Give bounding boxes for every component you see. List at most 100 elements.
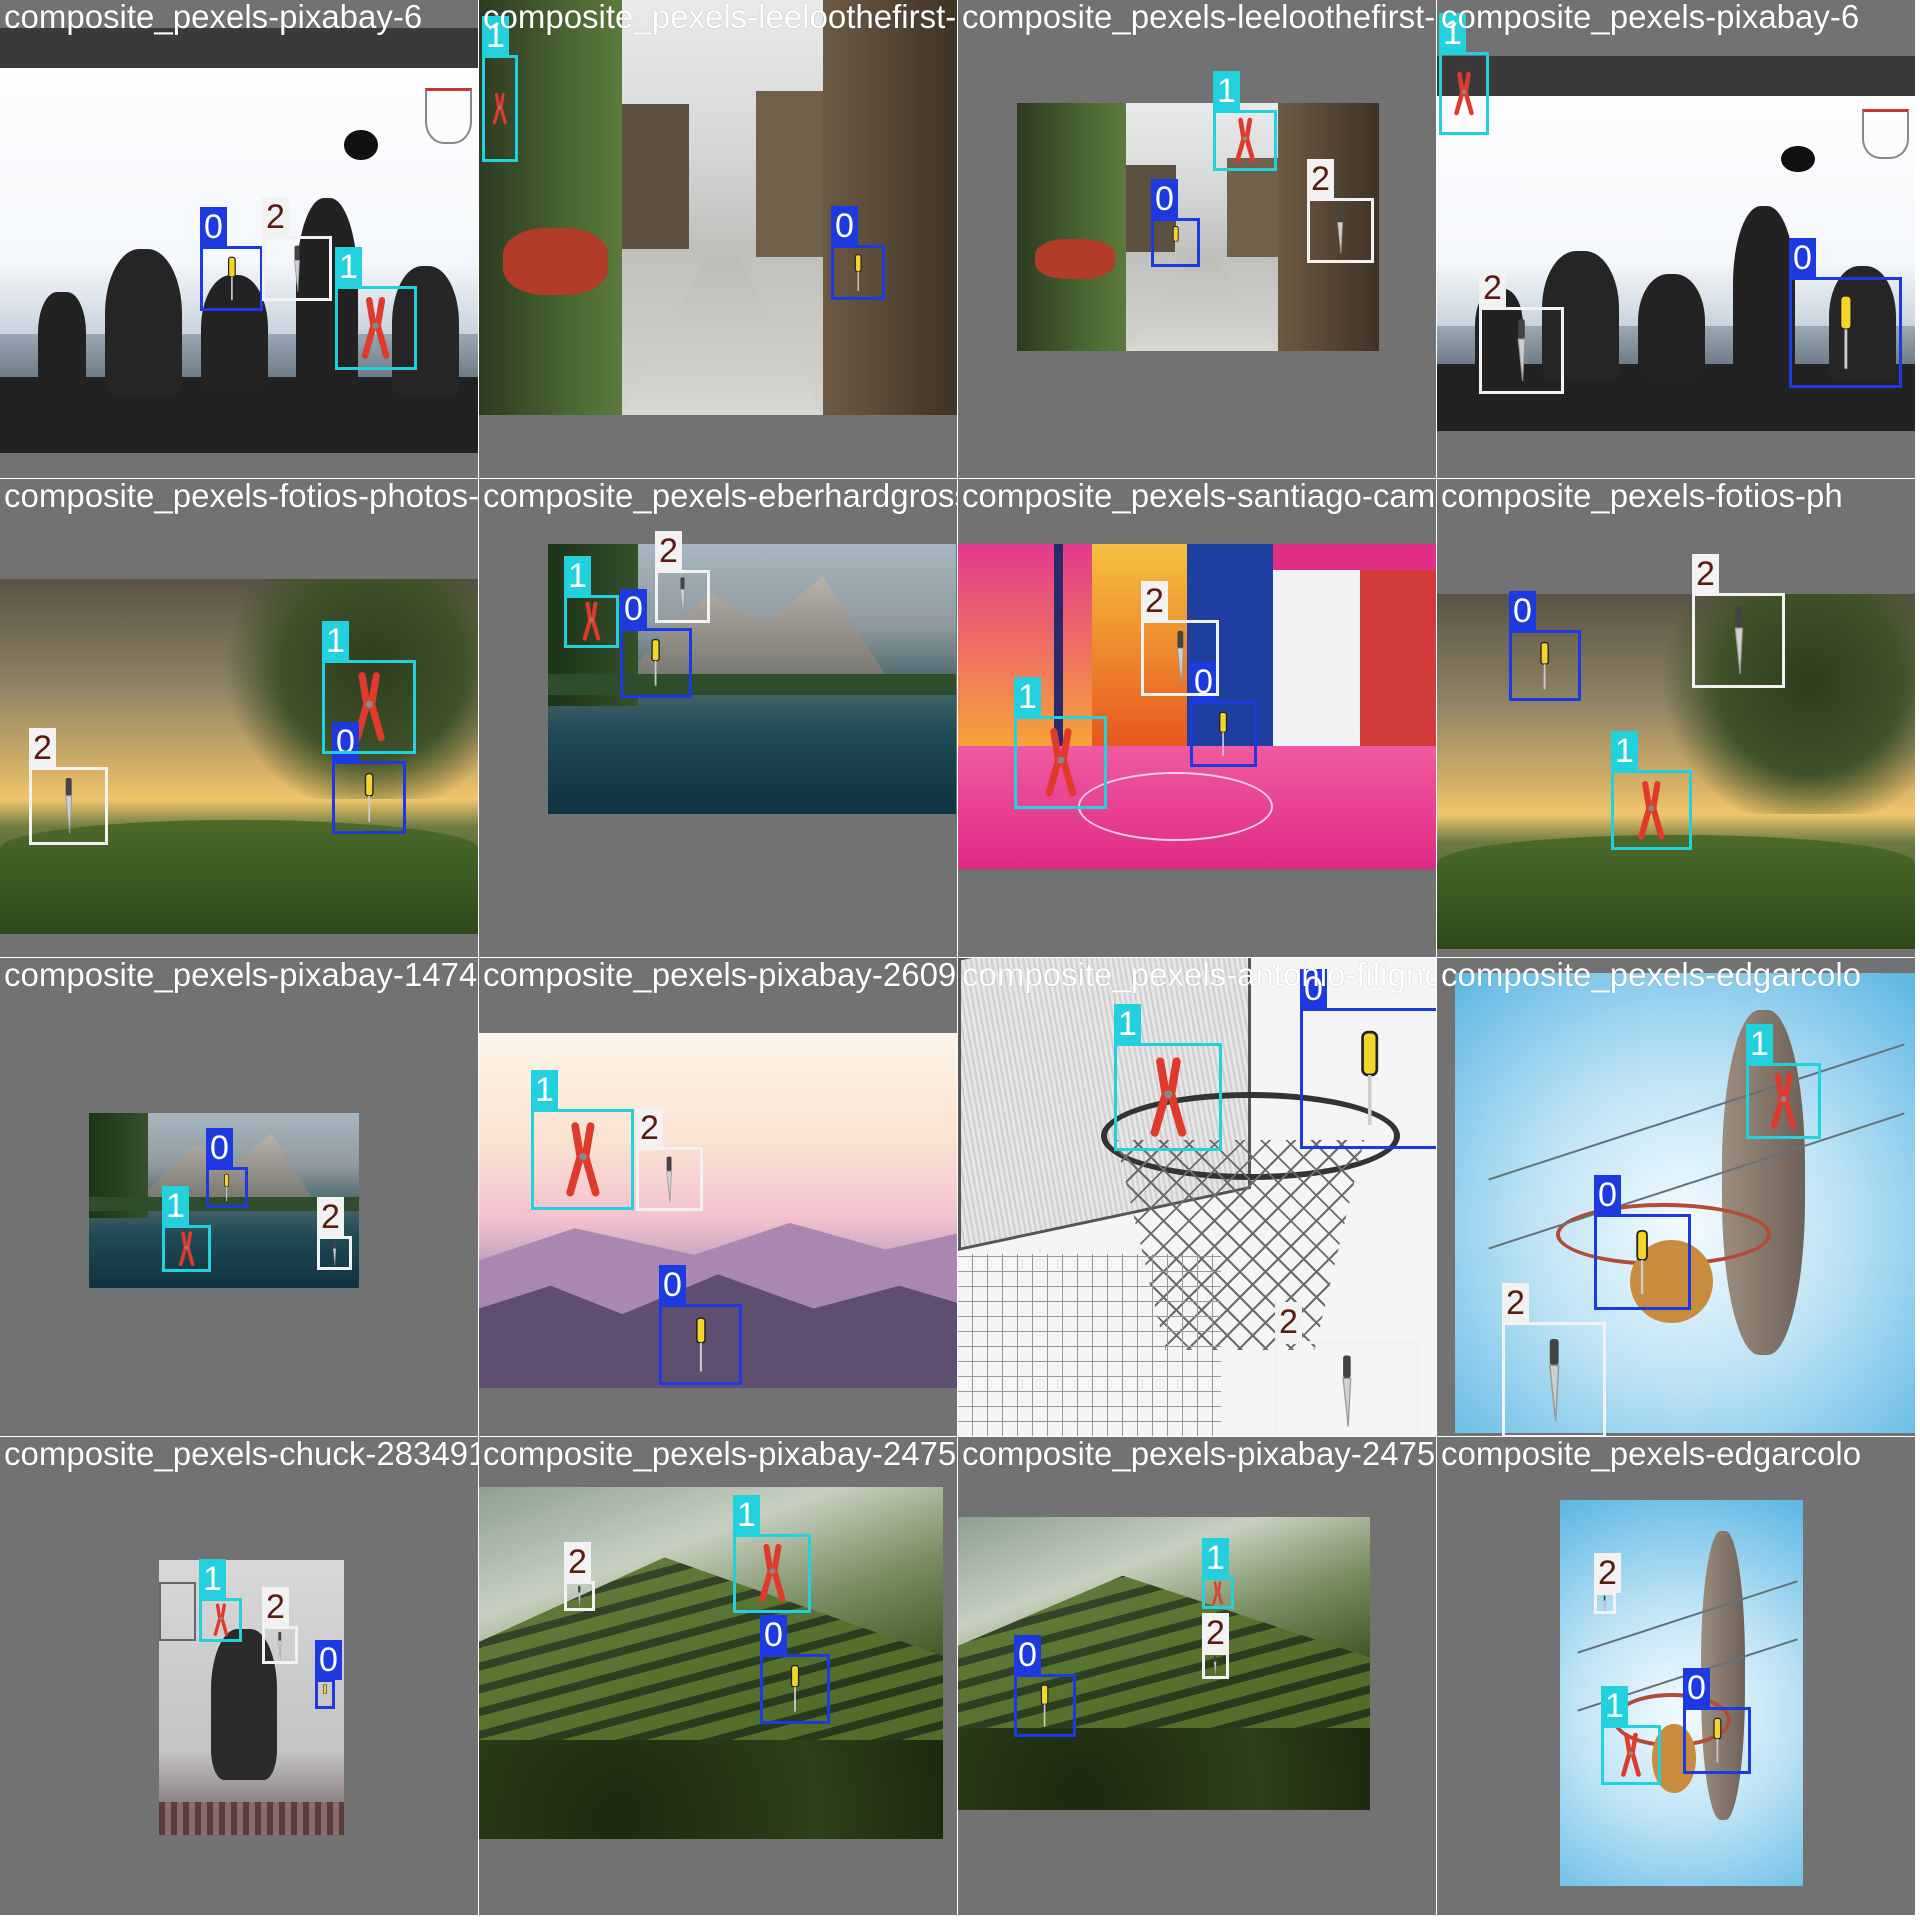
- image-tile[interactable]: composite_pexels-antonio-filigno-1596090…: [958, 958, 1436, 1436]
- mosaic-grid: composite_pexels-pixabay-60112 composite…: [0, 0, 1920, 1920]
- image-tile[interactable]: composite_pexels-pixabay-260922_10.png 0 1…: [479, 958, 957, 1436]
- class-label: 1: [564, 556, 591, 596]
- bounding-box-class-1[interactable]: 1: [1202, 1538, 1234, 1609]
- image-tile[interactable]: composite_pexels-edgarcolo 0 1 2: [1437, 958, 1915, 1436]
- class-label: 0: [315, 1640, 342, 1680]
- bounding-box-class-0[interactable]: 0: [1014, 1635, 1076, 1737]
- class-label: 2: [1275, 1302, 1302, 1342]
- class-label: 1: [335, 247, 362, 287]
- class-label: 1: [1202, 1538, 1229, 1578]
- bounding-box-class-0[interactable]: 0: [332, 722, 406, 834]
- image-tile[interactable]: composite_pexels-pixabay-60112: [0, 0, 478, 478]
- class-label: 2: [1202, 1613, 1229, 1653]
- image-tile[interactable]: composite_pexels-eberhardgross-443446_20…: [479, 479, 957, 957]
- bounding-box-class-2[interactable]: 2: [262, 197, 332, 301]
- bounding-box-class-0[interactable]: 0: [1594, 1175, 1691, 1310]
- tile-filename: composite_pexels-pixabay-6: [4, 0, 423, 35]
- bounding-box-class-2[interactable]: 2: [317, 1197, 352, 1270]
- tile-filename: composite_pexels-pixabay-247599_14.png: [962, 1437, 1436, 1472]
- bounding-box-class-1[interactable]: 1: [1439, 13, 1489, 135]
- bounding-box-class-1[interactable]: 1: [162, 1186, 211, 1272]
- bounding-box-class-0[interactable]: 0: [620, 589, 692, 698]
- bounding-box-class-1[interactable]: 1: [322, 621, 416, 754]
- image-tile[interactable]: composite_pexels-pixabay-247599_03.png 0 1…: [479, 1437, 957, 1915]
- image-tile[interactable]: composite_pexels-pixabay-247599_14.png 0 1…: [958, 1437, 1436, 1915]
- bounding-box-class-1[interactable]: 1: [335, 247, 417, 370]
- bounding-box-class-2[interactable]: 2: [1275, 1302, 1418, 1436]
- class-label: 1: [1746, 1024, 1773, 1064]
- bounding-box-class-1[interactable]: 1: [1213, 71, 1277, 171]
- class-label: 1: [1213, 71, 1240, 111]
- bounding-box-class-1[interactable]: 1: [564, 556, 619, 648]
- class-label: 0: [1151, 179, 1178, 219]
- class-label: 1: [1601, 1686, 1628, 1726]
- bounding-box-class-2[interactable]: 2: [1202, 1613, 1229, 1679]
- class-label: 0: [659, 1265, 686, 1305]
- bounding-box-class-1[interactable]: 1: [482, 16, 518, 162]
- image-tile[interactable]: composite_pexels-leeloothefirst-4679120 0…: [958, 0, 1436, 478]
- bounding-box-class-2[interactable]: 2: [636, 1108, 703, 1211]
- image-tile[interactable]: composite_pexels-leeloothefirst-4679120 0…: [479, 0, 957, 478]
- bounding-box-class-2[interactable]: 2: [1502, 1283, 1606, 1436]
- class-label: 0: [200, 207, 227, 247]
- class-label: 2: [1692, 554, 1719, 594]
- class-label: 2: [262, 1587, 289, 1627]
- image-tile[interactable]: composite_pexels-chuck-2834917_09.png 0 12: [0, 1437, 478, 1915]
- bounding-box-class-0[interactable]: 0: [760, 1615, 830, 1724]
- bounding-box-class-0[interactable]: 0: [206, 1128, 248, 1208]
- scene-photo: [0, 579, 478, 934]
- tile-filename: composite_pexels-santiago-campos-82625: [962, 479, 1436, 514]
- class-label: 2: [1141, 581, 1168, 621]
- image-tile[interactable]: composite_pexels-santiago-campos-82625 0 1…: [958, 479, 1436, 957]
- image-tile[interactable]: composite_pexels-fotios-ph 0 1 2: [1437, 479, 1915, 957]
- bounding-box-class-0[interactable]: 0: [1683, 1668, 1751, 1774]
- class-label: 2: [1594, 1553, 1621, 1593]
- class-label: 1: [322, 621, 349, 661]
- image-tile[interactable]: composite_pexels-fotios-photos-1107717_e…: [0, 479, 478, 957]
- bounding-box-class-0[interactable]: 0: [315, 1640, 342, 1709]
- class-label: 1: [1611, 731, 1638, 771]
- image-tile[interactable]: composite_pexels-edgarcolo 0 1 2: [1437, 1437, 1915, 1915]
- bounding-box-class-0[interactable]: 0: [1509, 591, 1581, 701]
- bounding-box-class-2[interactable]: 2: [564, 1542, 595, 1611]
- bounding-box-class-1[interactable]: 1: [1601, 1686, 1661, 1785]
- tile-filename: composite_pexels-leeloothefirst-4679120: [483, 0, 957, 35]
- bounding-box-class-2[interactable]: 2: [1307, 159, 1374, 263]
- tile-filename: composite_pexels-pixabay-247599_03.png: [483, 1437, 957, 1472]
- image-tile[interactable]: composite_pexels-pixabay-6 0 1 2: [1437, 0, 1915, 478]
- class-label: 1: [531, 1070, 558, 1110]
- bounding-box-class-1[interactable]: 1: [199, 1559, 242, 1642]
- scene-photo: [548, 544, 956, 814]
- bounding-box-class-1[interactable]: 1: [733, 1495, 811, 1613]
- tile-filename: composite_pexels-fotios-ph: [1441, 479, 1843, 514]
- bounding-box-class-0[interactable]: 0: [1300, 969, 1436, 1149]
- bounding-box-class-1[interactable]: 1: [1611, 731, 1692, 850]
- bounding-box-class-0[interactable]: 0: [659, 1265, 742, 1385]
- class-label: 2: [1307, 159, 1334, 199]
- bounding-box-class-2[interactable]: 2: [655, 531, 710, 623]
- bounding-box-class-2[interactable]: 2: [1141, 581, 1219, 696]
- bounding-box-class-2[interactable]: 2: [29, 728, 108, 845]
- bounding-box-class-1[interactable]: 1: [1746, 1024, 1821, 1139]
- bounding-box-class-0[interactable]: 0: [831, 206, 885, 300]
- bounding-box-class-2[interactable]: 2: [1692, 554, 1785, 688]
- bounding-box-class-2[interactable]: 2: [1479, 268, 1564, 394]
- image-tile[interactable]: composite_pexels-pixabay-147411_12.png 01…: [0, 958, 478, 1436]
- bounding-box-class-0[interactable]: 0: [1190, 662, 1257, 767]
- class-label: 2: [1479, 268, 1506, 308]
- bounding-box-class-2[interactable]: 2: [262, 1587, 298, 1664]
- bounding-box-class-0[interactable]: 0: [1151, 179, 1200, 267]
- bounding-box-class-1[interactable]: 1: [1114, 1004, 1222, 1151]
- bounding-box-class-2[interactable]: 2: [1594, 1553, 1621, 1614]
- class-label: 2: [655, 531, 682, 571]
- tile-filename: composite_pexels-fotios-photos-1107717_e: [4, 479, 478, 514]
- bounding-box-class-0[interactable]: 0: [200, 207, 263, 311]
- class-label: 2: [262, 197, 289, 237]
- bounding-box-class-1[interactable]: 1: [531, 1070, 634, 1210]
- bounding-box-class-0[interactable]: 0: [1789, 238, 1902, 388]
- bounding-box-class-1[interactable]: 1: [1014, 677, 1107, 809]
- scene-photo: [479, 1487, 943, 1839]
- tile-filename: composite_pexels-pixabay-6: [1441, 0, 1860, 35]
- class-label: 2: [29, 728, 56, 768]
- class-label: 1: [1014, 677, 1041, 717]
